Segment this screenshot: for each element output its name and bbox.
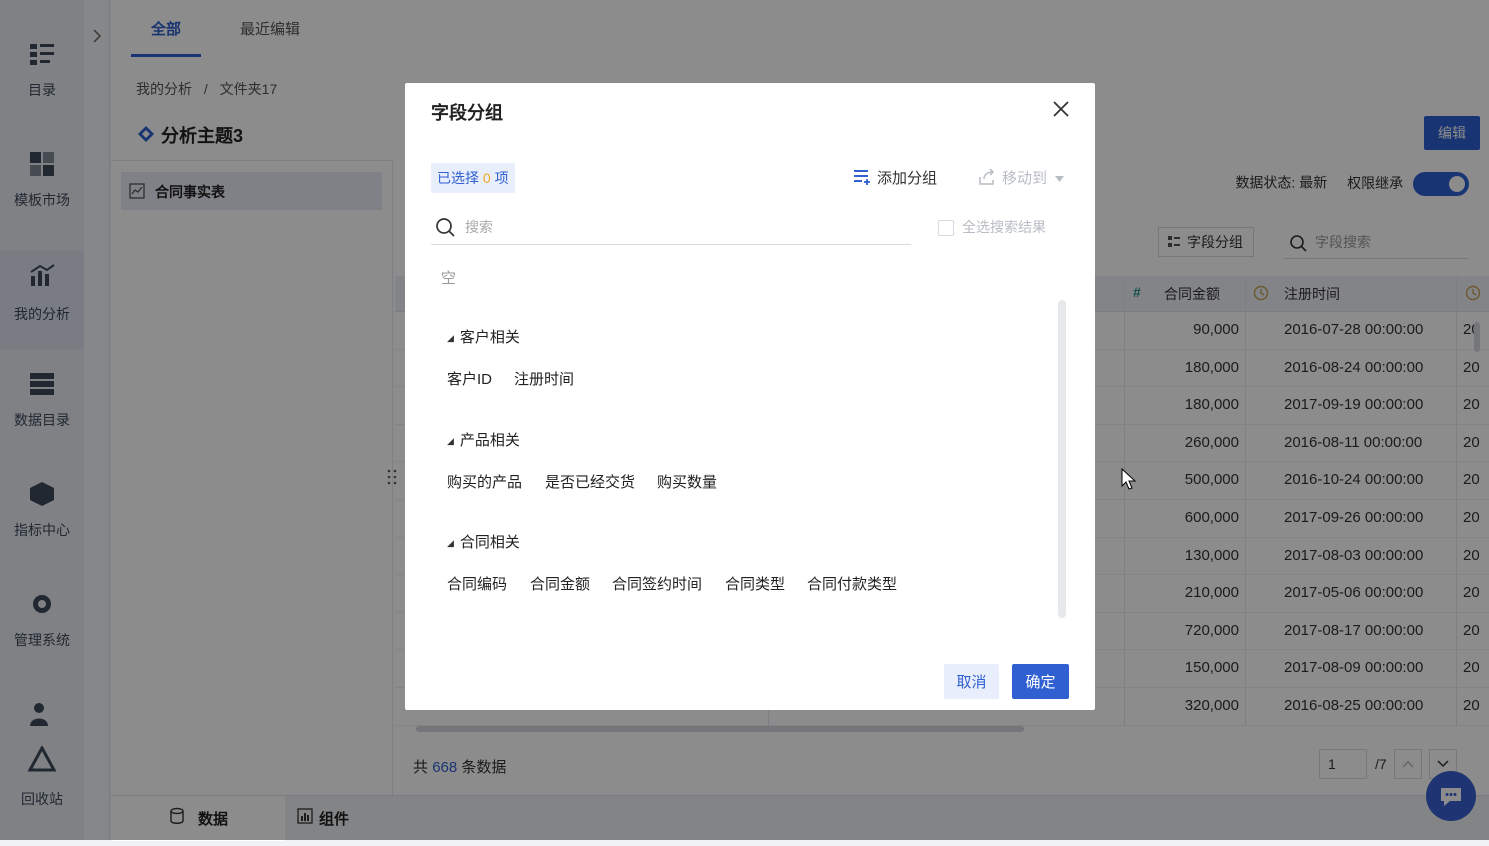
drag-handle-icon[interactable]: [386, 468, 398, 486]
field-item[interactable]: 合同类型: [725, 573, 785, 594]
select-all-results-checkbox[interactable]: 全选搜索结果: [938, 217, 1046, 237]
group-header-customer[interactable]: ◢ 客户相关: [447, 326, 520, 347]
selected-prefix: 已选择: [437, 170, 479, 186]
move-to-label: 移动到: [1002, 170, 1048, 187]
selected-count: 0: [482, 170, 491, 186]
add-group-button[interactable]: 添加分组: [853, 167, 937, 188]
group-header-contract[interactable]: ◢ 合同相关: [447, 531, 520, 552]
collapse-triangle-icon[interactable]: ◢: [447, 333, 454, 344]
field-item[interactable]: 合同编码: [447, 573, 507, 594]
collapse-triangle-icon[interactable]: ◢: [447, 436, 454, 447]
add-group-label: 添加分组: [877, 170, 938, 187]
search-placeholder: 搜索: [465, 219, 493, 235]
field-item[interactable]: 合同签约时间: [612, 573, 702, 594]
group-title-text: 客户相关: [459, 329, 520, 346]
field-item[interactable]: 注册时间: [514, 368, 574, 389]
add-group-icon: [854, 170, 870, 185]
field-group-dialog: 字段分组 已选择 0 项 添加分组 移动到 搜索 全选搜索结果 空 ◢ 客户相关 …: [405, 83, 1095, 710]
move-icon: [979, 168, 995, 185]
select-all-label: 全选搜索结果: [962, 219, 1046, 235]
cancel-button[interactable]: 取消: [944, 664, 999, 699]
empty-placeholder: 空: [441, 270, 457, 287]
mouse-cursor-icon: [1121, 468, 1137, 490]
dialog-scrollbar[interactable]: [1058, 300, 1066, 618]
group-header-product[interactable]: ◢ 产品相关: [447, 429, 520, 450]
caret-down-icon: [1055, 176, 1065, 182]
selected-count-badge: 已选择 0 项: [431, 163, 515, 193]
move-to-dropdown[interactable]: 移动到: [978, 167, 1065, 188]
field-item[interactable]: 购买的产品: [447, 471, 522, 492]
selected-suffix: 项: [494, 170, 509, 186]
dialog-search-input[interactable]: 搜索: [431, 209, 911, 245]
group-title-text: 产品相关: [459, 432, 520, 449]
dialog-title: 字段分组: [431, 103, 503, 123]
field-item[interactable]: 合同付款类型: [807, 573, 897, 594]
field-item[interactable]: 是否已经交货: [545, 471, 635, 492]
group-title-text: 合同相关: [459, 534, 520, 551]
confirm-button[interactable]: 确定: [1012, 664, 1069, 699]
checkbox-box[interactable]: [938, 220, 954, 237]
search-icon: [436, 218, 455, 237]
field-item[interactable]: 客户ID: [447, 368, 492, 389]
close-icon[interactable]: [1051, 99, 1071, 119]
field-item[interactable]: 购买数量: [657, 471, 717, 492]
collapse-triangle-icon[interactable]: ◢: [447, 538, 454, 549]
field-item[interactable]: 合同金额: [530, 573, 590, 594]
